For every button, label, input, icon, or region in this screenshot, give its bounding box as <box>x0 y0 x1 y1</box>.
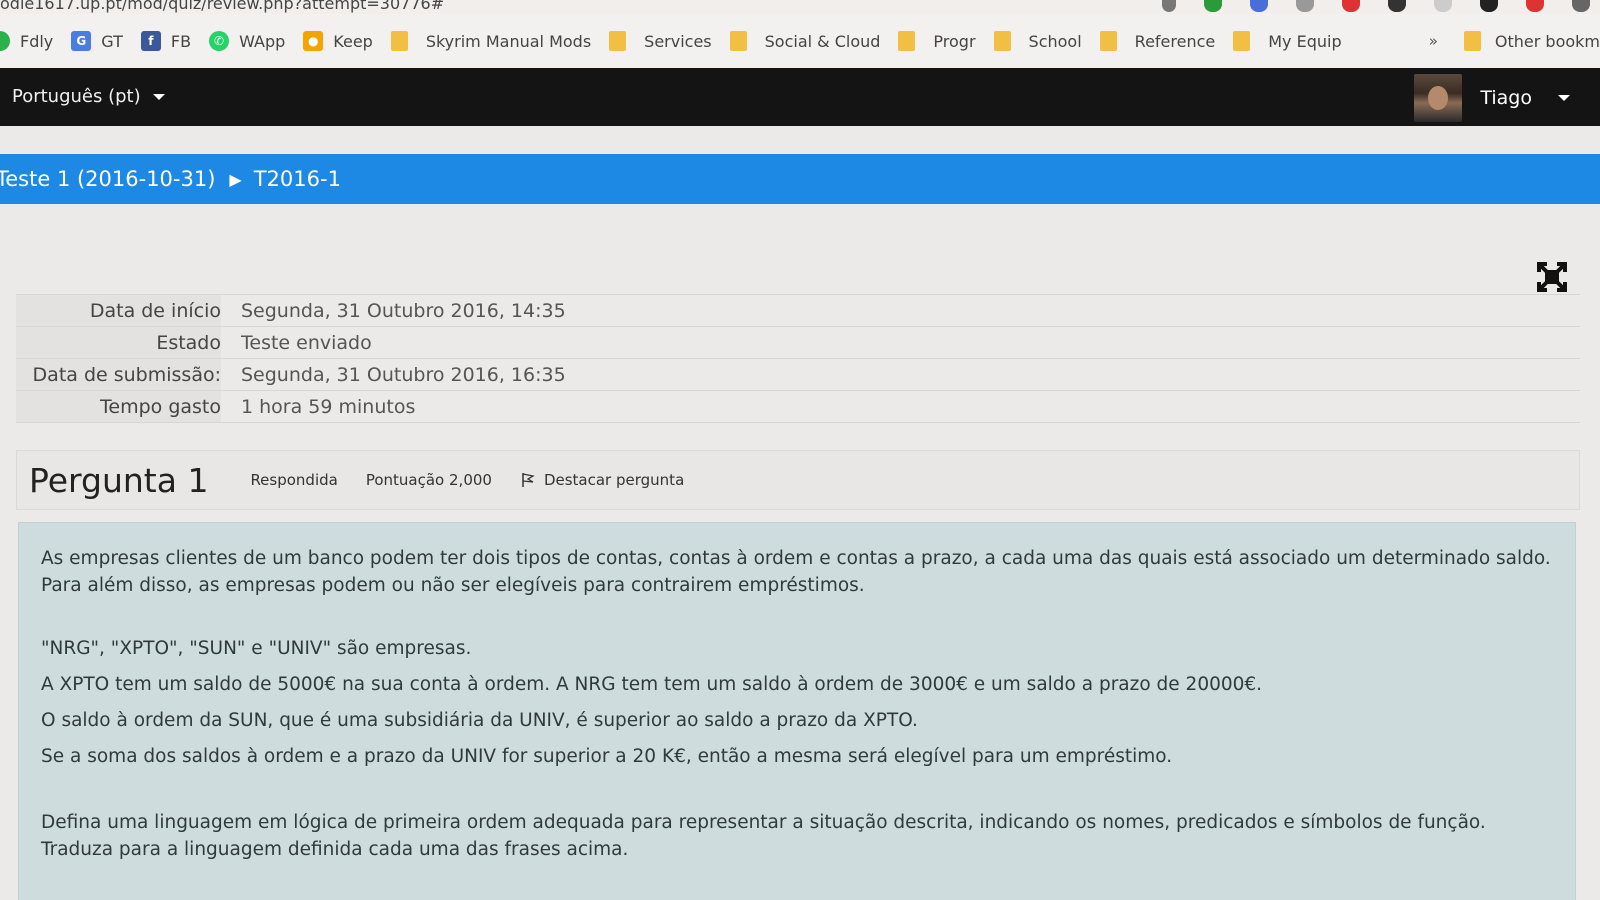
bookmark-gt[interactable]: G GT <box>65 26 135 56</box>
caret-down-icon <box>1558 95 1570 101</box>
bookmark-folder-services[interactable]: Services <box>603 26 723 56</box>
attempt-summary-table: Data de início Segunda, 31 Outubro 2016,… <box>16 294 1580 423</box>
summary-row-submitted: Data de submissão: Segunda, 31 Outubro 2… <box>16 359 1580 391</box>
language-label: Português (pt) <box>12 86 141 107</box>
question-instruction: Defina uma linguagem em lógica de primei… <box>41 812 1486 860</box>
keep-icon: ● <box>303 31 324 51</box>
avatar <box>1414 74 1463 122</box>
breadcrumb-item-quiz[interactable]: Teste 1 (2016-10-31) <box>0 167 215 191</box>
question-text: As empresas clientes de um banco podem t… <box>18 522 1576 900</box>
user-name: Tiago <box>1480 87 1532 109</box>
flag-icon <box>522 473 535 487</box>
toolbar-extensions <box>1162 0 1600 14</box>
summary-value: 1 hora 59 minutos <box>241 395 416 418</box>
breadcrumb-item-attempt[interactable]: T2016-1 <box>254 167 341 191</box>
other-bookmarks[interactable]: Other bookm <box>1458 26 1600 56</box>
bookmark-folder-school[interactable]: School <box>988 26 1094 56</box>
summary-label: Data de início <box>16 295 221 326</box>
question-sentence: "NRG", "XPTO", "SUN" e "UNIV" são empres… <box>41 638 472 659</box>
extension-icon[interactable] <box>1434 0 1452 12</box>
bookmarks-overflow-button[interactable]: » <box>1429 32 1438 50</box>
summary-value: Segunda, 31 Outubro 2016, 14:35 <box>241 299 566 322</box>
folder-icon <box>729 31 747 51</box>
folder-icon <box>1233 31 1251 51</box>
question-sentence: Se a soma dos saldos à ordem e a prazo d… <box>41 746 1173 767</box>
summary-label: Data de submissão: <box>16 359 221 390</box>
extension-icon[interactable] <box>1526 0 1544 12</box>
whatsapp-icon: ✆ <box>209 31 230 51</box>
folder-icon <box>1099 31 1117 51</box>
bookmark-folder-my-equip[interactable]: My Equip <box>1227 26 1353 56</box>
question-score: Pontuação 2,000 <box>365 471 492 489</box>
star-icon[interactable] <box>1162 0 1176 12</box>
question-header: Pergunta 1 Respondida Pontuação 2,000 De… <box>16 450 1580 510</box>
bookmark-fb[interactable]: f FB <box>135 26 203 56</box>
extension-icon[interactable] <box>1204 0 1222 12</box>
flag-question-label: Destacar pergunta <box>543 471 685 489</box>
url-text: odle1617.up.pt/mod/quiz/review.php?attem… <box>0 0 445 13</box>
bookmark-folder-skyrim[interactable]: Skyrim Manual Mods <box>385 26 603 56</box>
question-sentence: A XPTO tem um saldo de 5000€ na sua cont… <box>41 674 1263 695</box>
extension-icon[interactable] <box>1342 0 1360 12</box>
extension-icon[interactable] <box>1480 0 1498 12</box>
language-menu[interactable]: Português (pt) <box>12 86 165 107</box>
question-intro: As empresas clientes de um banco podem t… <box>41 548 1551 596</box>
bookmarks-bar: Fdly G GT f FB ✆ WApp ● Keep Skyrim Manu… <box>0 14 1600 68</box>
folder-icon <box>898 31 916 51</box>
summary-row-state: Estado Teste enviado <box>16 327 1580 359</box>
folder-icon <box>993 31 1011 51</box>
breadcrumb-separator-icon: ▶ <box>229 169 242 189</box>
bookmark-folder-social[interactable]: Social & Cloud <box>724 26 893 56</box>
google-translate-icon: G <box>71 31 92 51</box>
question-sentence: O saldo à ordem da SUN, que é uma subsid… <box>41 710 918 731</box>
address-bar[interactable]: odle1617.up.pt/mod/quiz/review.php?attem… <box>0 0 1600 14</box>
facebook-icon: f <box>140 31 161 51</box>
bookmark-wapp[interactable]: ✆ WApp <box>203 26 297 56</box>
top-navbar: Português (pt) Tiago <box>0 68 1600 126</box>
question-title: Pergunta 1 <box>29 460 209 500</box>
user-menu[interactable]: Tiago <box>1414 74 1570 122</box>
main-content: Data de início Segunda, 31 Outubro 2016,… <box>0 232 1600 900</box>
summary-value: Segunda, 31 Outubro 2016, 16:35 <box>241 363 566 386</box>
fullscreen-icon[interactable] <box>1535 260 1569 294</box>
flag-question-button[interactable]: Destacar pergunta <box>520 471 684 489</box>
feedly-icon <box>0 31 10 51</box>
extension-icon[interactable] <box>1250 0 1268 12</box>
summary-row-start: Data de início Segunda, 31 Outubro 2016,… <box>16 295 1580 327</box>
bookmark-folder-reference[interactable]: Reference <box>1094 26 1228 56</box>
summary-value: Teste enviado <box>241 331 372 354</box>
extension-icon[interactable] <box>1296 0 1314 12</box>
bookmark-folder-progr[interactable]: Progr <box>892 26 987 56</box>
breadcrumb: Teste 1 (2016-10-31) ▶ T2016-1 <box>0 154 1600 204</box>
folder-icon <box>609 31 627 51</box>
summary-label: Estado <box>16 327 221 358</box>
folder-icon <box>1463 31 1481 51</box>
question-status: Respondida <box>250 471 338 489</box>
bookmark-fdly[interactable]: Fdly <box>0 26 65 56</box>
summary-row-time: Tempo gasto 1 hora 59 minutos <box>16 391 1580 423</box>
summary-label: Tempo gasto <box>16 391 221 422</box>
bookmark-keep[interactable]: ● Keep <box>297 26 385 56</box>
caret-down-icon <box>152 93 165 100</box>
extension-icon[interactable] <box>1572 0 1590 12</box>
extension-icon[interactable] <box>1388 0 1406 12</box>
folder-icon <box>390 31 408 51</box>
